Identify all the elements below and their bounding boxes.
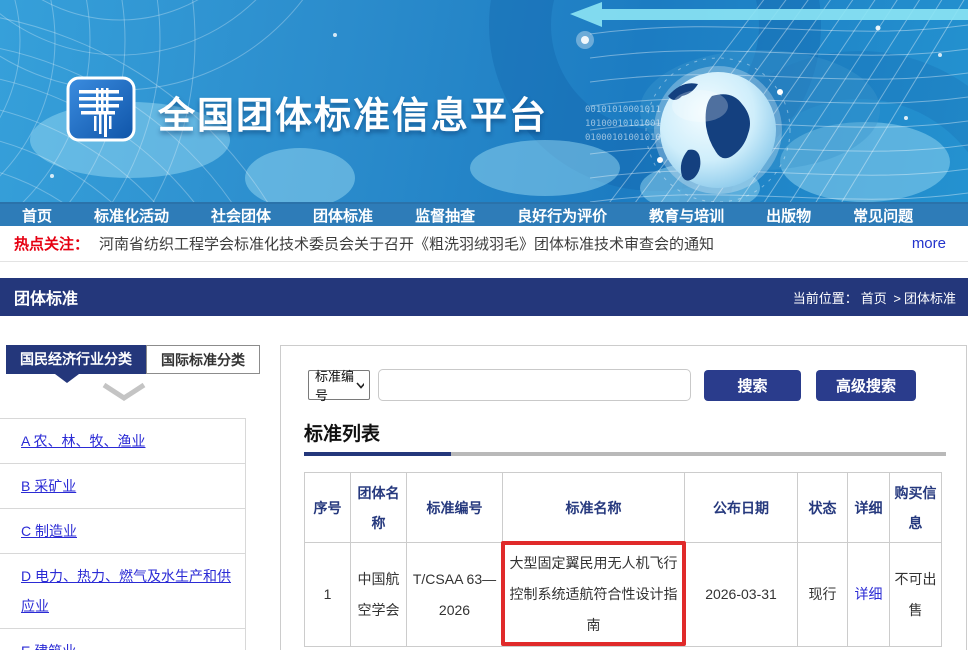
breadcrumb-current-link[interactable]: 团体标准 bbox=[904, 291, 956, 306]
cell-code: T/CSAA 63—2026 bbox=[407, 543, 503, 647]
advanced-search-button[interactable]: 高级搜索 bbox=[816, 370, 916, 401]
more-link[interactable]: more bbox=[912, 235, 946, 252]
spacer bbox=[0, 262, 968, 278]
col-header-detail: 详细 bbox=[848, 473, 890, 543]
breadcrumb-location-label: 当前位置： bbox=[793, 291, 858, 306]
nav-item-good-conduct[interactable]: 良好行为评价 bbox=[517, 205, 607, 226]
sidebar-item-manufacturing[interactable]: C 制造业 bbox=[0, 508, 245, 553]
section-title-rule bbox=[304, 452, 946, 456]
main-nav: 首页 标准化活动 社会团体 团体标准 监督抽查 良好行为评价 教育与培训 出版物… bbox=[0, 202, 968, 226]
hot-topic-link[interactable]: 河南省纺织工程学会标准化技术委员会关于召开《粗洗羽绒羽毛》团体标准技术审查会的通… bbox=[99, 233, 912, 254]
col-header-org: 团体名称 bbox=[351, 473, 407, 543]
breadcrumb-bar: 团体标准 当前位置：首页 >团体标准 bbox=[0, 278, 968, 316]
col-header-code: 标准编号 bbox=[407, 473, 503, 543]
chevron-down-icon bbox=[356, 382, 364, 389]
tab-international-classification[interactable]: 国际标准分类 bbox=[146, 345, 260, 374]
col-header-status: 状态 bbox=[798, 473, 848, 543]
cell-standard-name: 大型固定翼民用无人机飞行控制系统适航符合性设计指南 bbox=[503, 543, 685, 647]
banner: 00101010001011 10100010101001 0100010100… bbox=[0, 0, 968, 202]
hot-topic-label: 热点关注： bbox=[14, 233, 89, 254]
category-list: A 农、林、牧、渔业 B 采矿业 C 制造业 D 电力、热力、燃气及水生产和供应… bbox=[0, 418, 246, 650]
cell-date: 2026-03-31 bbox=[685, 543, 798, 647]
col-header-seq: 序号 bbox=[305, 473, 351, 543]
sidebar-item-agriculture[interactable]: A 农、林、牧、渔业 bbox=[0, 418, 245, 463]
detail-link[interactable]: 详细 bbox=[855, 586, 883, 602]
svg-text:10100010101001: 10100010101001 bbox=[585, 119, 661, 129]
nav-item-standardization-activities[interactable]: 标准化活动 bbox=[94, 205, 169, 226]
nav-item-home[interactable]: 首页 bbox=[22, 205, 52, 226]
tab-national-economy-classification[interactable]: 国民经济行业分类 bbox=[6, 345, 146, 374]
hot-topic-bar: 热点关注： 河南省纺织工程学会标准化技术委员会关于召开《粗洗羽绒羽毛》团体标准技… bbox=[0, 226, 968, 262]
search-field-select-value: 标准编号 bbox=[315, 366, 356, 404]
sidebar-item-mining[interactable]: B 采矿业 bbox=[0, 463, 245, 508]
site-title: 全国团体标准信息平台 bbox=[158, 85, 548, 139]
col-header-name: 标准名称 bbox=[503, 473, 685, 543]
search-button[interactable]: 搜索 bbox=[704, 370, 801, 401]
col-header-date: 公布日期 bbox=[685, 473, 798, 543]
breadcrumb-home-link[interactable]: 首页 bbox=[861, 291, 887, 306]
cell-org: 中国航空学会 bbox=[351, 543, 407, 647]
cell-status: 现行 bbox=[798, 543, 848, 647]
breadcrumb-separator: > bbox=[893, 291, 901, 306]
nav-item-social-groups[interactable]: 社会团体 bbox=[211, 205, 271, 226]
content-area: 国民经济行业分类 国际标准分类 A 农、林、牧、渔业 B 采矿业 C 制造业 D… bbox=[0, 316, 968, 650]
cell-detail: 详细 bbox=[848, 543, 890, 647]
cell-seq: 1 bbox=[305, 543, 351, 647]
sidebar-item-utilities[interactable]: D 电力、热力、燃气及水生产和供应业 bbox=[0, 553, 245, 628]
col-header-purchase: 购买信息 bbox=[890, 473, 942, 543]
sidebar-item-construction[interactable]: E 建筑业 bbox=[0, 628, 245, 650]
page-title: 团体标准 bbox=[14, 285, 78, 309]
breadcrumb: 当前位置：首页 >团体标准 bbox=[790, 288, 956, 307]
section-title: 标准列表 bbox=[304, 419, 380, 446]
table-row: 1 中国航空学会 T/CSAA 63—2026 大型固定翼民用无人机飞行控制系统… bbox=[305, 543, 942, 647]
nav-item-publications[interactable]: 出版物 bbox=[766, 205, 811, 226]
nav-item-education[interactable]: 教育与培训 bbox=[649, 205, 724, 226]
classification-tabs: 国民经济行业分类 国际标准分类 bbox=[6, 345, 260, 374]
search-field-select[interactable]: 标准编号 bbox=[308, 370, 370, 400]
active-tab-pointer bbox=[55, 374, 79, 383]
nav-item-group-standards[interactable]: 团体标准 bbox=[313, 205, 373, 226]
platform-logo[interactable] bbox=[66, 76, 136, 142]
nav-item-faq[interactable]: 常见问题 bbox=[853, 205, 913, 226]
standard-name-text: 大型固定翼民用无人机飞行控制系统适航符合性设计指南 bbox=[510, 555, 678, 633]
nav-item-supervision[interactable]: 监督抽查 bbox=[415, 205, 475, 226]
standards-panel: 标准编号 搜索 高级搜索 标准列表 序号 团体名称 标准编号 标准名称 公布日期 bbox=[280, 345, 967, 650]
svg-text:00101010001011: 00101010001011 bbox=[585, 105, 661, 115]
svg-text:01000101001010: 01000101001010 bbox=[585, 133, 661, 143]
standards-table: 序号 团体名称 标准编号 标准名称 公布日期 状态 详细 购买信息 1 中国航空… bbox=[304, 472, 942, 647]
chevron-down-icon bbox=[101, 382, 147, 402]
table-header-row: 序号 团体名称 标准编号 标准名称 公布日期 状态 详细 购买信息 bbox=[305, 473, 942, 543]
search-input[interactable] bbox=[378, 369, 691, 401]
cell-purchase: 不可出售 bbox=[890, 543, 942, 647]
